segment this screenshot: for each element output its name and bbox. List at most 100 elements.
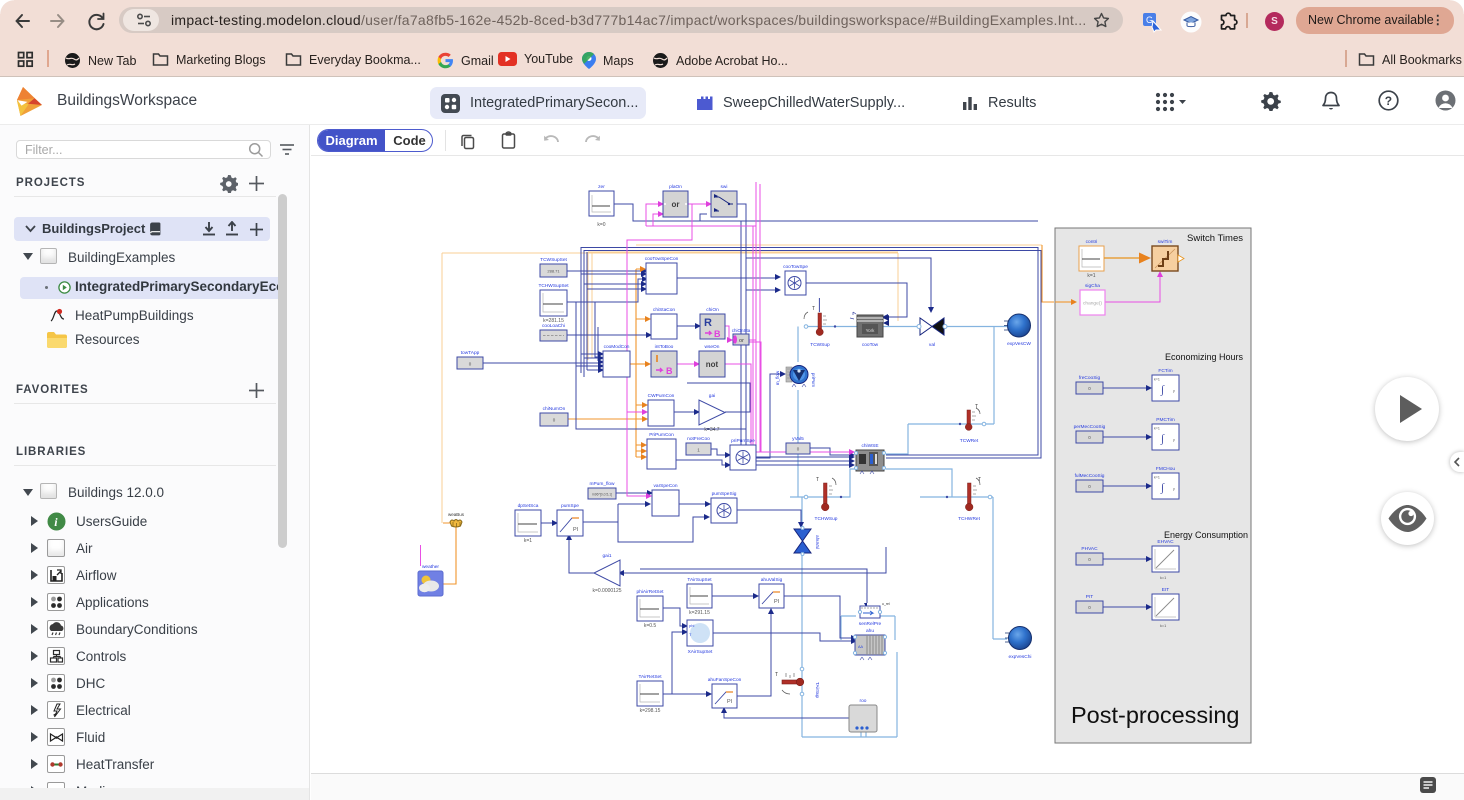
- svg-text:TCWSupSet: TCWSupSet: [540, 257, 567, 263]
- svg-text:swiTim: swiTim: [1158, 239, 1173, 245]
- svg-text:PI: PI: [727, 699, 733, 705]
- svg-text:or: or: [739, 338, 744, 344]
- svg-text:k=1: k=1: [1154, 427, 1160, 431]
- svg-text:varSpeCon: varSpeCon: [654, 483, 678, 489]
- svg-text:weather: weather: [422, 564, 439, 570]
- svg-text:pumSpe: pumSpe: [561, 503, 579, 509]
- svg-text:TCHWRet: TCHWRet: [958, 516, 981, 522]
- svg-text:val: val: [929, 342, 935, 348]
- svg-text:pumSpeSig: pumSpeSig: [712, 491, 737, 497]
- svg-text:y: y: [1173, 487, 1175, 491]
- svg-text:notFreCoo: notFreCoo: [687, 436, 710, 442]
- svg-text:mPum_flow: mPum_flow: [589, 481, 615, 487]
- svg-text:k=0.5: k=0.5: [644, 623, 657, 629]
- svg-text:phi: phi: [689, 623, 694, 628]
- svg-text:Switch Times: Switch Times: [1187, 233, 1243, 244]
- svg-text:TCWRet: TCWRet: [960, 438, 979, 444]
- svg-text:XAirSupSet: XAirSupSet: [688, 649, 713, 655]
- svg-text:roo: roo: [860, 698, 867, 704]
- svg-text:ahuVal: ahuVal: [815, 535, 820, 549]
- svg-text:m_flow: m_flow: [775, 370, 780, 385]
- svg-text:EHVAC: EHVAC: [1157, 539, 1174, 545]
- svg-text:priPumSpe: priPumSpe: [731, 438, 755, 444]
- svg-text:chiStaCon: chiStaCon: [653, 307, 675, 313]
- svg-text:dpSetSca: dpSetSca: [518, 503, 539, 509]
- svg-text:perMecCooSig: perMecCooSig: [1074, 424, 1106, 430]
- svg-text:EIT: EIT: [1162, 587, 1170, 593]
- svg-text:cooLoaChi: cooLoaChi: [542, 323, 565, 329]
- svg-text:T: T: [816, 477, 819, 483]
- svg-text:k=0: k=0: [597, 222, 605, 228]
- svg-text:change(): change(): [1083, 301, 1102, 307]
- svg-text:TCHWSupSet: TCHWSupSet: [538, 283, 569, 289]
- svg-text:zer: zer: [598, 184, 605, 190]
- svg-text:k=34.7: k=34.7: [704, 427, 719, 433]
- svg-text:sigCha: sigCha: [1085, 283, 1100, 289]
- svg-text:TAirSupSet: TAirSupSet: [687, 577, 712, 583]
- svg-text:wseOn: wseOn: [705, 344, 720, 350]
- svg-text:G: G: [1146, 15, 1153, 25]
- svg-text:T: T: [812, 306, 815, 312]
- svg-text:?: ?: [1385, 94, 1392, 108]
- svg-text:y: y: [1173, 438, 1175, 442]
- svg-text:plaOn: plaOn: [669, 184, 682, 190]
- svg-text:cooTow: cooTow: [862, 342, 879, 348]
- svg-text:k=1: k=1: [524, 538, 532, 544]
- svg-text:CWPumCon: CWPumCon: [648, 393, 675, 399]
- svg-text:R: R: [704, 317, 712, 329]
- svg-text:FCTim: FCTim: [1158, 368, 1172, 374]
- svg-text:TAirRetSet: TAirRetSet: [638, 674, 662, 680]
- svg-text:k=1: k=1: [1160, 576, 1166, 580]
- svg-text:PHVAC: PHVAC: [1081, 546, 1098, 552]
- svg-text:TAirSup: TAirSup: [815, 682, 820, 698]
- svg-text:chiNumOn: chiNumOn: [543, 406, 566, 412]
- svg-text:cooTowSpeCon: cooTowSpeCon: [645, 256, 679, 262]
- svg-text:Post-processing: Post-processing: [1071, 702, 1240, 728]
- svg-text:towTApp: towTApp: [461, 350, 480, 356]
- svg-text:y: y: [1173, 389, 1175, 393]
- svg-text:cooTowSpe: cooTowSpe: [783, 264, 808, 270]
- svg-text:k=1: k=1: [1154, 378, 1160, 382]
- svg-text:contri: contri: [1086, 239, 1098, 245]
- svg-text:or: or: [672, 200, 680, 209]
- svg-text:PriPumCon: PriPumCon: [649, 432, 674, 438]
- svg-text:fulMecCooSig: fulMecCooSig: [1075, 473, 1105, 479]
- svg-text:gai1: gai1: [602, 553, 611, 559]
- svg-text:ahu: ahu: [866, 628, 874, 634]
- svg-text:ahuValSig: ahuValSig: [761, 577, 783, 583]
- svg-text:expVesCW: expVesCW: [1007, 341, 1031, 347]
- svg-text:weaBus: weaBus: [448, 512, 465, 517]
- svg-text:TCWSup: TCWSup: [810, 342, 830, 348]
- svg-text:senRelPre: senRelPre: [859, 621, 882, 627]
- svg-text:expVesChi: expVesChi: [1009, 654, 1032, 660]
- svg-text:phiAirRetSet: phiAirRetSet: [637, 589, 665, 595]
- svg-text:TCHWSup: TCHWSup: [815, 516, 838, 522]
- svg-text:not: not: [706, 360, 719, 369]
- svg-text:u_rel: u_rel: [882, 602, 890, 606]
- svg-text:intToBoo: intToBoo: [655, 344, 674, 350]
- svg-text:AA: AA: [858, 645, 864, 649]
- svg-text:T: T: [775, 672, 778, 678]
- svg-text:PI: PI: [573, 527, 579, 533]
- svg-text:k=0.0000125: k=0.0000125: [592, 588, 621, 594]
- svg-text:k=291.15: k=291.15: [689, 610, 710, 616]
- svg-text:freCooSig: freCooSig: [1079, 375, 1101, 381]
- svg-text:PMCTim: PMCTim: [1156, 417, 1174, 423]
- svg-text:gai: gai: [709, 393, 715, 399]
- svg-text:cooModCon: cooModCon: [604, 344, 630, 350]
- svg-text:k=298.15: k=298.15: [640, 708, 661, 714]
- svg-text:York: York: [866, 328, 876, 333]
- svg-text:288.71: 288.71: [547, 269, 560, 274]
- svg-text:Energy Consumption: Energy Consumption: [1164, 530, 1248, 540]
- svg-text:chiWSE: chiWSE: [861, 443, 878, 449]
- svg-text:chiOnSta: chiOnSta: [732, 328, 751, 333]
- svg-text:Economizing Hours: Economizing Hours: [1165, 352, 1244, 362]
- svg-text:priPum: priPum: [811, 373, 816, 388]
- svg-text:B: B: [714, 329, 721, 339]
- svg-text:B: B: [666, 366, 673, 376]
- svg-text:k=1: k=1: [1160, 624, 1166, 628]
- svg-text:swi: swi: [721, 184, 728, 190]
- svg-text:k=1: k=1: [1154, 476, 1160, 480]
- svg-text:ahuFanSpeCon: ahuFanSpeCon: [708, 677, 742, 683]
- svg-text:PIT: PIT: [1086, 594, 1094, 600]
